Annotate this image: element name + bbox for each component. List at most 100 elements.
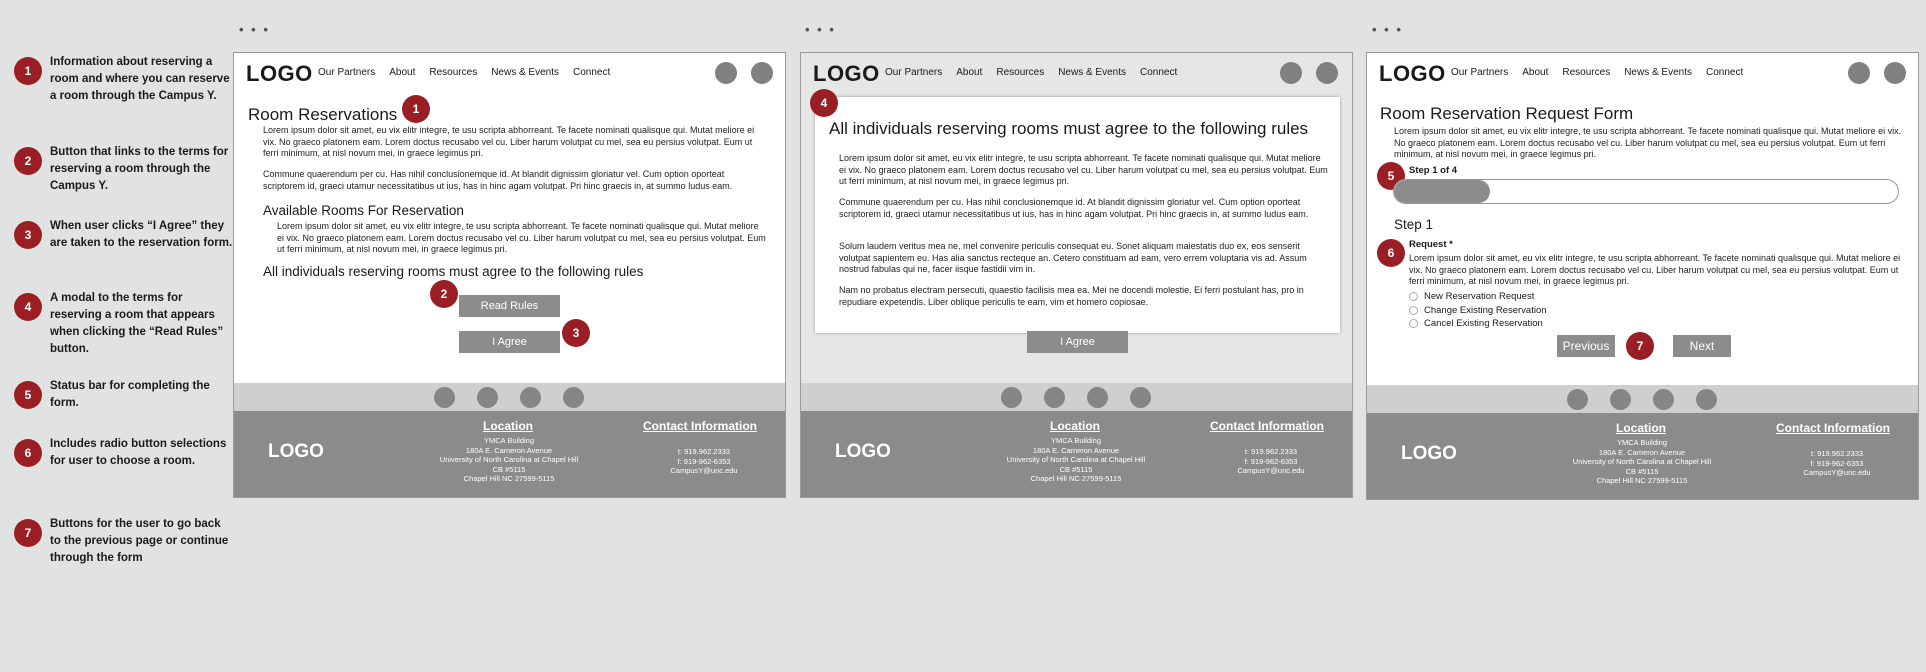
social-icon[interactable]: [1696, 389, 1717, 410]
social-icon[interactable]: [1130, 387, 1151, 408]
legend-item: 7 Buttons for the user to go back to the …: [14, 516, 234, 576]
radio-icon[interactable]: [1409, 292, 1418, 301]
step-heading: Step 1: [1394, 217, 1434, 232]
social-icon[interactable]: [520, 387, 541, 408]
nav-link-connect[interactable]: Connect: [1140, 67, 1177, 78]
contact-details: t: 919.962.2333 f: 919-962-6353 CampusY@un…: [1237, 447, 1305, 475]
radio-option-new[interactable]: New Reservation Request: [1409, 291, 1534, 302]
nav-link-resources[interactable]: Resources: [996, 67, 1044, 78]
menu-icon[interactable]: [1316, 62, 1338, 84]
nav-link-about[interactable]: About: [389, 67, 415, 78]
social-icon[interactable]: [1567, 389, 1588, 410]
intro-paragraph: Lorem ipsum dolor sit amet, eu vix elitr…: [263, 125, 755, 158]
social-icon[interactable]: [477, 387, 498, 408]
contact-details: t: 919.962.2333 f: 919-962-6353 CampusY@un…: [670, 447, 738, 475]
badge-icon: 7: [14, 519, 42, 547]
modal-paragraph: Solum laudem veritus mea ne, mel conveni…: [839, 241, 1307, 274]
rules-heading: All individuals reserving rooms must agr…: [263, 264, 644, 279]
next-button[interactable]: Next: [1673, 335, 1731, 357]
social-bar: [1367, 385, 1918, 413]
nav-link-connect[interactable]: Connect: [1706, 67, 1743, 78]
nav-links: Our Partners About Resources News & Even…: [318, 67, 610, 78]
agree-button[interactable]: I Agree: [1027, 331, 1128, 353]
social-icon[interactable]: [1044, 387, 1065, 408]
radio-option-change[interactable]: Change Existing Reservation: [1409, 305, 1547, 316]
modal-paragraph: Lorem ipsum dolor sit amet, eu vix elitr…: [839, 153, 1328, 186]
social-icon[interactable]: [563, 387, 584, 408]
footer-logo[interactable]: LOGO: [268, 441, 324, 463]
profile-icon[interactable]: [1280, 62, 1302, 84]
profile-icon[interactable]: [715, 62, 737, 84]
legend-text: A modal to the terms for reserving a roo…: [50, 292, 224, 355]
social-icon[interactable]: [1610, 389, 1631, 410]
page-title: Room Reservations: [248, 105, 398, 124]
footer-logo[interactable]: LOGO: [1401, 443, 1457, 465]
badge-icon: 4: [14, 293, 42, 321]
agree-button[interactable]: I Agree: [459, 331, 560, 353]
window-dots: • • •: [805, 22, 836, 37]
location-address: YMCA Building 180A E. Cameron Avenue Unive…: [1572, 438, 1712, 485]
social-icon[interactable]: [1087, 387, 1108, 408]
menu-icon[interactable]: [1884, 62, 1906, 84]
intro-paragraph-2: Commune quaerendum per cu. Has nihil con…: [263, 169, 733, 191]
radio-label: New Reservation Request: [1424, 291, 1535, 302]
logo[interactable]: LOGO: [246, 61, 313, 87]
radio-icon[interactable]: [1409, 319, 1418, 328]
nav-link-news[interactable]: News & Events: [1624, 67, 1692, 78]
contact-title: Contact Information: [1210, 419, 1324, 433]
nav-link-connect[interactable]: Connect: [573, 67, 610, 78]
footer: LOGO Location YMCA Building 180A E. Camer…: [234, 411, 785, 497]
menu-icon[interactable]: [751, 62, 773, 84]
top-nav: LOGO Our Partners About Resources News &…: [1367, 53, 1918, 91]
page-title: Room Reservation Request Form: [1380, 104, 1634, 123]
wireframe-rules-modal: LOGO Our Partners About Resources News &…: [800, 52, 1353, 498]
badge-icon: 1: [14, 57, 42, 85]
badge-6-icon: 6: [1377, 239, 1405, 267]
nav-link-resources[interactable]: Resources: [429, 67, 477, 78]
intro-paragraph: Lorem ipsum dolor sit amet, eu vix elitr…: [1394, 126, 1902, 159]
badge-icon: 3: [14, 221, 42, 249]
nav-link-news[interactable]: News & Events: [1058, 67, 1126, 78]
badge-icon: 5: [14, 381, 42, 409]
legend-item: 5 Status bar for completing the form.: [14, 378, 234, 436]
modal-paragraph: Nam no probatus electram persecuti, quae…: [839, 285, 1304, 307]
top-nav: LOGO Our Partners About Resources News &…: [234, 53, 785, 91]
legend-item: 2 Button that links to the terms for rese…: [14, 144, 234, 218]
legend-item: 6 Includes radio button selections for us…: [14, 436, 234, 516]
page-content: LOGO Our Partners About Resources News &…: [234, 53, 785, 383]
legend-item: 1 Information about reserving a room and …: [14, 54, 234, 144]
nav-link-partners[interactable]: Our Partners: [1451, 67, 1508, 78]
previous-button[interactable]: Previous: [1557, 335, 1615, 357]
nav-link-partners[interactable]: Our Partners: [885, 67, 942, 78]
social-icon[interactable]: [1653, 389, 1674, 410]
profile-icon[interactable]: [1848, 62, 1870, 84]
footer-logo[interactable]: LOGO: [835, 441, 891, 463]
badge-7-icon: 7: [1626, 332, 1654, 360]
legend-text: Includes radio button selections for use…: [50, 438, 227, 467]
nav-link-partners[interactable]: Our Partners: [318, 67, 375, 78]
social-icon[interactable]: [1001, 387, 1022, 408]
logo[interactable]: LOGO: [813, 61, 880, 87]
legend-text: Information about reserving a room and w…: [50, 56, 230, 102]
nav-link-about[interactable]: About: [956, 67, 982, 78]
legend-item: 3 When user clicks “I Agree” they are tak…: [14, 218, 234, 290]
social-icon[interactable]: [434, 387, 455, 408]
legend-text: When user clicks “I Agree” they are take…: [50, 220, 233, 249]
nav-link-news[interactable]: News & Events: [491, 67, 559, 78]
radio-option-cancel[interactable]: Cancel Existing Reservation: [1409, 318, 1543, 329]
logo[interactable]: LOGO: [1379, 61, 1446, 87]
radio-label: Cancel Existing Reservation: [1424, 318, 1543, 329]
read-rules-button[interactable]: Read Rules: [459, 295, 560, 317]
legend-text: Buttons for the user to go back to the p…: [50, 518, 229, 564]
rules-modal: All individuals reserving rooms must agr…: [815, 97, 1340, 333]
window-dots: • • •: [1372, 22, 1403, 37]
nav-link-resources[interactable]: Resources: [1562, 67, 1610, 78]
location-address: YMCA Building 180A E. Cameron Avenue Unive…: [1006, 436, 1146, 483]
radio-icon[interactable]: [1409, 306, 1418, 315]
progress-fill: [1394, 180, 1490, 203]
nav-link-about[interactable]: About: [1522, 67, 1548, 78]
page-content: LOGO Our Partners About Resources News &…: [1367, 53, 1918, 385]
footer: LOGO Location YMCA Building 180A E. Camer…: [801, 411, 1352, 497]
legend-text: Status bar for completing the form.: [50, 380, 210, 409]
radio-label: Change Existing Reservation: [1424, 305, 1547, 316]
